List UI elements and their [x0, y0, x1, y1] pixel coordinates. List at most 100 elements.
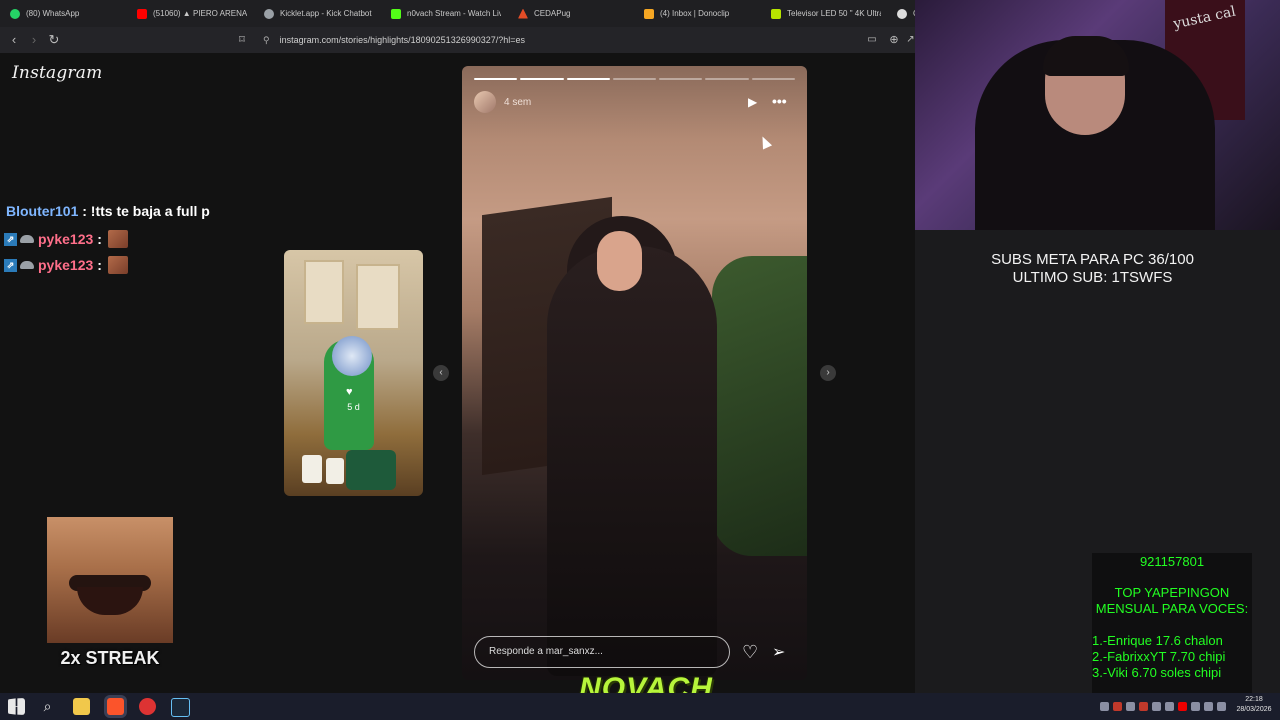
clock-date: 28/03/2026	[1236, 706, 1272, 713]
streamer-hair	[1043, 36, 1129, 76]
tab-kicklet[interactable]: Kicklet.app - Kick Chatbot	[264, 0, 374, 27]
taskbar-clock[interactable]: 22:18 28/03/2026	[1230, 695, 1278, 715]
address-bar[interactable]: ⚲ instagram.com/stories/highlights/18090…	[255, 30, 915, 50]
kicklet-icon	[264, 8, 274, 19]
cup	[326, 458, 344, 484]
story-reply-input[interactable]: Responde a mar_sanxz...	[474, 636, 730, 668]
obs-icon[interactable]	[139, 698, 156, 715]
file-explorer-icon[interactable]	[73, 698, 90, 715]
emote-icon	[107, 256, 128, 274]
whatsapp-icon	[10, 8, 20, 19]
instagram-logo[interactable]: Instagram	[12, 63, 102, 83]
previous-story-card[interactable]: ♥ 5 d	[284, 250, 423, 496]
tab-youtube[interactable]: (51060) ▲ PIERO ARENAS	[137, 0, 247, 27]
next-story-arrow-icon[interactable]: ›	[820, 365, 836, 381]
clock-time: 22:18	[1245, 696, 1263, 703]
chat-message: ⇗ pyke123 :	[4, 256, 128, 274]
tab-label: n0vach Stream - Watch Live	[407, 9, 501, 18]
like-heart-icon[interactable]: ♡	[742, 642, 758, 663]
site-info-icon[interactable]: ⚲	[263, 35, 270, 46]
subs-goal: SUBS META PARA PC 36/100 ULTIMO SUB: 1TS…	[930, 251, 1255, 287]
story-progress-segment	[659, 78, 703, 80]
donor-entry: 2.-FabrixxYT 7.70 chipi	[1092, 649, 1226, 664]
app-tray-icon[interactable]	[1152, 702, 1161, 711]
story-progress-segment	[520, 78, 564, 80]
youtube-tray-icon[interactable]	[1178, 702, 1187, 711]
windows-start-icon[interactable]	[8, 698, 25, 715]
tab-cedapug[interactable]: CEDAPug	[518, 0, 628, 27]
streak-emote	[47, 517, 173, 643]
donor-phone: 921157801	[1139, 554, 1205, 569]
story-progress-segment	[751, 78, 795, 80]
system-tray	[1100, 693, 1226, 720]
story-progress-segment	[566, 78, 610, 80]
tab-label: (80) WhatsApp	[26, 9, 80, 18]
tab-label: (51060) ▲ PIERO ARENAS	[153, 9, 247, 18]
chat-text: : !tts te baja a full p	[82, 203, 210, 219]
donor-entry: 3.-Viki 6.70 soles chipi	[1092, 665, 1222, 680]
story-user-avatar[interactable]	[474, 91, 496, 113]
story-progress-segment	[612, 78, 657, 80]
prev-story-arrow-icon[interactable]: ‹	[433, 365, 449, 381]
story-progress-segment	[705, 78, 749, 80]
donor-title: TOP YAPEPINGON	[1114, 585, 1230, 600]
url-text: instagram.com/stories/highlights/1809025…	[279, 35, 526, 45]
shopping-bag	[346, 450, 396, 490]
mic-tray-icon[interactable]	[1113, 702, 1122, 711]
tab-label: Televisor LED 50 " 4K Ultra	[787, 9, 881, 18]
webcam-feed: yusta cal	[915, 0, 1280, 230]
more-options-icon[interactable]: •••	[772, 93, 787, 109]
streak-label: 2x STREAK	[60, 648, 160, 668]
discord-tray-icon[interactable]	[1100, 702, 1109, 711]
chat-text: :	[97, 231, 102, 247]
bookmark-icon[interactable]: ⌑	[234, 32, 250, 48]
tab-donoclip[interactable]: (4) Inbox | Donoclip	[644, 0, 754, 27]
subscriber-badge-icon: ⇗	[4, 258, 17, 272]
story-progress-segment	[474, 78, 518, 80]
chat-username: pyke123	[38, 231, 94, 247]
story-time: 4 sem	[504, 97, 532, 108]
kick-icon	[391, 8, 401, 19]
story-progress-bar	[474, 78, 795, 80]
tab-televisor[interactable]: Televisor LED 50 " 4K Ultra	[771, 0, 881, 27]
hat-badge-icon	[20, 235, 34, 243]
brave-browser-icon[interactable]	[107, 698, 124, 715]
app-tray-icon[interactable]	[1139, 702, 1148, 711]
active-story[interactable]: 4 sem ▶ ••• Responde a mar_sanxz... ♡ ➢	[462, 66, 807, 680]
network-tray-icon[interactable]	[1126, 702, 1135, 711]
wifi-tray-icon[interactable]	[1204, 702, 1213, 711]
app-tray-icon[interactable]	[1165, 702, 1174, 711]
preview-time: 5 d	[347, 402, 360, 412]
chat-text: :	[97, 257, 102, 273]
tab-label: CEDAPug	[534, 9, 571, 18]
wall-frame	[304, 260, 344, 324]
chat-username: pyke123	[38, 257, 94, 273]
tab-more[interactable]: C	[897, 0, 915, 27]
app-tray-icon[interactable]	[1191, 702, 1200, 711]
send-icon[interactable]: ➢	[772, 642, 785, 662]
forward-icon[interactable]: ›	[26, 32, 42, 48]
zoom-icon[interactable]: ⊕	[886, 32, 902, 48]
tab-whatsapp[interactable]: (80) WhatsApp	[10, 0, 125, 27]
tab-label: Kicklet.app - Kick Chatbot	[280, 9, 372, 18]
person-face	[597, 231, 642, 291]
cup	[302, 455, 322, 483]
emote-icon	[107, 230, 128, 248]
heart-icon: ♥	[346, 386, 353, 398]
generic-tab-icon	[897, 8, 907, 19]
tab-kick-stream[interactable]: n0vach Stream - Watch Live	[391, 0, 501, 27]
subs-goal-line: SUBS META PARA PC 36/100	[991, 251, 1194, 268]
search-icon[interactable]: ⌕	[39, 698, 56, 715]
hat-badge-icon	[20, 261, 34, 269]
volume-tray-icon[interactable]	[1217, 702, 1226, 711]
tab-label: (4) Inbox | Donoclip	[660, 9, 730, 18]
palm-plant	[712, 256, 807, 556]
back-icon[interactable]: ‹	[6, 32, 22, 48]
play-icon[interactable]: ▶	[748, 95, 757, 109]
donoclip-icon	[644, 8, 654, 19]
steam-icon[interactable]	[171, 698, 190, 717]
donor-entry: 1.-Enrique 17.6 chalon	[1092, 633, 1223, 648]
share-icon[interactable]: ↗	[906, 32, 915, 48]
cast-icon[interactable]: ▭	[864, 32, 880, 48]
reload-icon[interactable]: ↻	[46, 32, 62, 48]
